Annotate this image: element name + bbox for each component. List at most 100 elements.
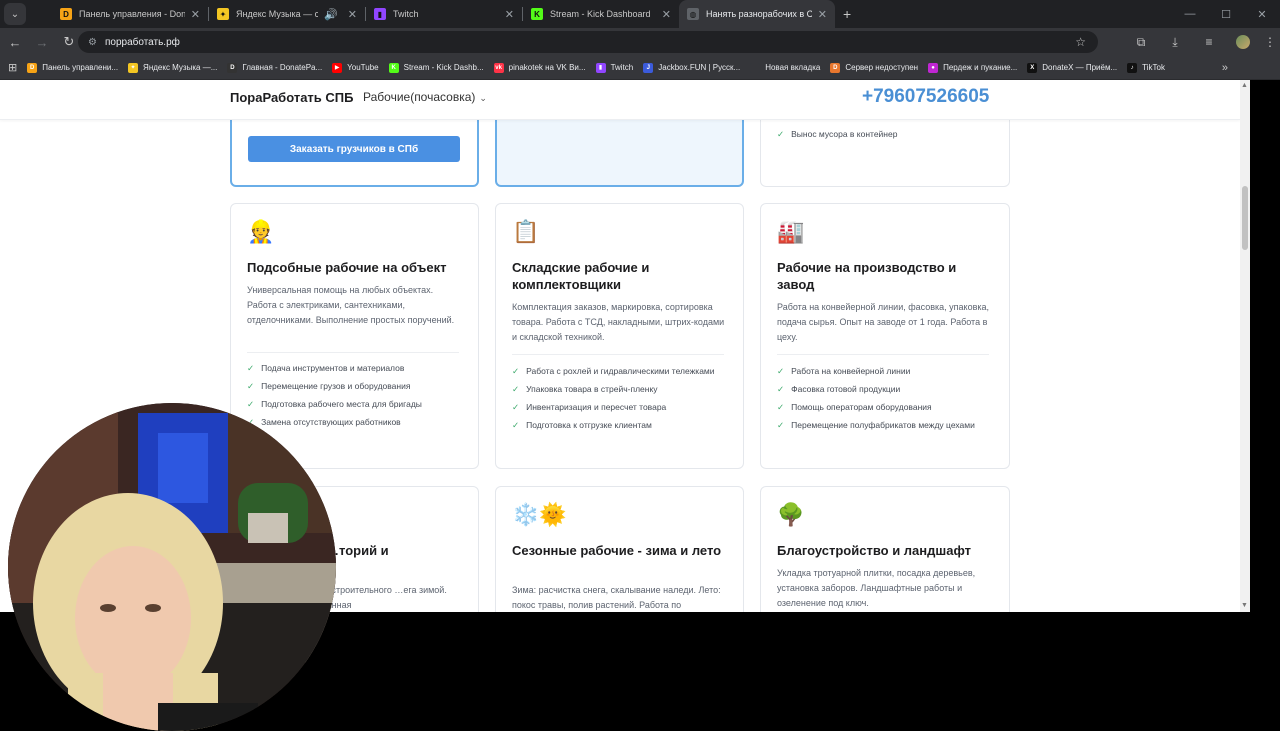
bookmark-item[interactable]: X DonateX — Приём...	[1027, 62, 1118, 73]
bookmark-item[interactable]: D Главная - DonatePa...	[227, 62, 322, 73]
back-icon[interactable]: ←	[3, 35, 27, 50]
site-header: ПораРаботать СПБ Рабочие(почасовка) ⌄ +79…	[0, 80, 1240, 120]
phone-number[interactable]: +79607526605	[862, 86, 989, 108]
tab-donation[interactable]: D Панель управления - Donation ✕	[52, 0, 208, 28]
bookmark-label: YouTube	[347, 63, 379, 72]
kebab-menu-icon[interactable]: ⋮	[1260, 35, 1280, 49]
feature-list: ✓ Работа на конвейерной линии ✓ Фасовка го…	[777, 362, 975, 434]
service-card-warehouse: 📋 Складские рабочие и комплектовщики Ком…	[495, 203, 744, 469]
close-icon[interactable]: ✕	[818, 8, 827, 21]
bookmark-item[interactable]: ● Пердеж и пукание...	[928, 62, 1017, 73]
bookmark-item[interactable]: vk pinakotek на VK Ви...	[493, 62, 586, 73]
bookmark-item[interactable]: ✦ Яндекс Музыка —...	[128, 62, 217, 73]
bookmark-label: Jackbox.FUN | Русск...	[658, 63, 741, 72]
feature-item: ✓ Замена отсутствующих работников	[247, 417, 401, 427]
close-window-icon[interactable]: ✕	[1244, 8, 1280, 21]
checkmark-icon: ✓	[777, 129, 785, 139]
feature-list: ✓ Подача инструментов и материалов ✓ Перем…	[247, 359, 422, 431]
tab-kick[interactable]: K Stream - Kick Dashboard ✕	[523, 0, 679, 28]
scroll-down-arrow-icon[interactable]: ▼	[1241, 602, 1248, 609]
bookmarks-bar: ⊞ D Панель управлени... ✦ Яндекс Музыка —..…	[0, 56, 1280, 80]
download-icon[interactable]: ⤓	[1158, 35, 1192, 50]
scrollbar-thumb[interactable]	[1242, 186, 1248, 250]
feature-item: ✓ Подготовка к отгрузке клиентам	[512, 420, 652, 430]
forward-icon[interactable]: →	[30, 35, 54, 50]
yandex-music-icon: ✦	[217, 8, 229, 20]
address-bar[interactable]: ⚙ порработать.рф ☆	[78, 31, 1098, 53]
twitch-icon: ▮	[374, 8, 386, 20]
factory-icon: 🏭	[777, 219, 805, 244]
feature-item: ✓ Перемещение полуфабрикатов между цехами	[777, 420, 975, 430]
order-movers-button[interactable]: Заказать грузчиков в СПб	[248, 136, 460, 162]
bookmark-favicon-icon: ▶	[332, 62, 343, 73]
close-icon[interactable]: ✕	[191, 8, 200, 21]
bookmark-item[interactable]: ♪ TikTok	[1127, 62, 1165, 73]
bookmark-item[interactable]: J Jackbox.FUN | Русск...	[643, 62, 741, 73]
bookmark-star-icon[interactable]: ☆	[1075, 35, 1086, 49]
bookmark-favicon-icon: D	[227, 62, 238, 73]
bookmark-item[interactable]: D Сервер недоступен	[830, 62, 919, 73]
chevron-down-icon: ⌄	[479, 93, 487, 103]
bookmark-label: Новая вкладка	[765, 63, 821, 72]
checkmark-icon: ✓	[247, 363, 255, 373]
clipboard-icon: 📋	[512, 219, 540, 244]
bookmarks-overflow-icon[interactable]: »	[1222, 62, 1228, 74]
kick-icon: K	[531, 8, 543, 20]
service-card-landscape: 🌳 Благоустройство и ландшафт Укладка тро…	[760, 486, 1010, 612]
minimize-icon[interactable]: —	[1172, 8, 1208, 20]
worker-icon: 👷	[247, 219, 275, 244]
bookmark-item[interactable]: Новая вкладка	[750, 62, 821, 73]
bookmark-favicon-icon: K	[388, 62, 399, 73]
feature-item: ✓ Работа на конвейерной линии	[777, 366, 911, 376]
tab-twitch[interactable]: ▮ Twitch ✕	[366, 0, 522, 28]
media-icon[interactable]: ≡	[1192, 35, 1226, 49]
scroll-up-arrow-icon[interactable]: ▲	[1241, 82, 1248, 89]
bookmark-item[interactable]: D Панель управлени...	[27, 62, 118, 73]
bookmark-favicon-icon: vk	[493, 62, 504, 73]
service-card-movers: Заказать грузчиков в СПб	[230, 110, 479, 187]
apps-grid-icon[interactable]: ⊞	[8, 61, 17, 74]
bookmark-item[interactable]: ▮ Twitch	[595, 62, 633, 73]
bookmark-label: TikTok	[1142, 63, 1165, 72]
close-icon[interactable]: ✕	[662, 8, 671, 21]
checkmark-icon: ✓	[512, 366, 520, 376]
card-title: Подсобные рабочие на объект	[247, 260, 447, 275]
service-card-helpers: 👷 Подсобные рабочие на объект Универсаль…	[230, 203, 479, 469]
site-logo[interactable]: ПораРаботать СПБ	[230, 90, 353, 105]
profile-avatar[interactable]	[1236, 35, 1250, 49]
site-info-icon[interactable]: ⚙	[88, 37, 97, 48]
bookmark-item[interactable]: ▶ YouTube	[332, 62, 379, 73]
tab-active-site[interactable]: ◍ Нанять разнорабочих в СПб с ✕	[679, 0, 835, 28]
feature-item: ✓ Упаковка товара в стрейч-пленку	[512, 384, 658, 394]
bookmark-label: DonateX — Приём...	[1042, 63, 1118, 72]
feature-item: ✓ Вынос мусора в контейнер	[777, 129, 898, 139]
checkmark-icon: ✓	[777, 366, 785, 376]
globe-icon: ◍	[687, 8, 699, 20]
url-text: порработать.рф	[104, 36, 180, 48]
bookmark-favicon-icon: ●	[928, 62, 939, 73]
browser-chrome: ⌄ D Панель управления - Donation ✕ ✦ Янд…	[0, 0, 1280, 80]
checkmark-icon: ✓	[247, 399, 255, 409]
close-icon[interactable]: ✕	[348, 8, 357, 21]
bookmark-favicon-icon: ▮	[595, 62, 606, 73]
bookmark-favicon-icon: J	[643, 62, 654, 73]
webcam-feed	[8, 403, 336, 731]
bookmark-label: Сервер недоступен	[845, 63, 919, 72]
bookmark-favicon-icon: ♪	[1127, 62, 1138, 73]
extensions-icon[interactable]: ⧉	[1124, 35, 1158, 50]
bookmark-item[interactable]: K Stream - Kick Dashb...	[388, 62, 484, 73]
card-title: Складские рабочие и комплектовщики	[512, 260, 650, 292]
bookmark-favicon-icon: ✦	[128, 62, 139, 73]
close-icon[interactable]: ✕	[505, 8, 514, 21]
bookmark-favicon-icon	[750, 62, 761, 73]
tab-yandex-music[interactable]: ✦ Яндекс Музыка — собирае 🔊 ✕	[209, 0, 365, 28]
page-scrollbar[interactable]	[1240, 80, 1250, 612]
new-tab-button[interactable]: +	[843, 6, 851, 22]
bookmark-favicon-icon: D	[27, 62, 38, 73]
tab-search-button[interactable]: ⌄	[4, 3, 26, 25]
maximize-icon[interactable]: ☐	[1208, 8, 1244, 21]
card-description: Универсальная помощь на любых объектах. …	[247, 285, 455, 325]
nav-menu-workers[interactable]: Рабочие(почасовка) ⌄	[363, 90, 487, 104]
browser-toolbar: ← → ↻ ⚙ порработать.рф ☆ ⧉ ⤓ ≡ ⋮	[0, 28, 1280, 56]
speaker-icon[interactable]: 🔊	[324, 8, 338, 21]
